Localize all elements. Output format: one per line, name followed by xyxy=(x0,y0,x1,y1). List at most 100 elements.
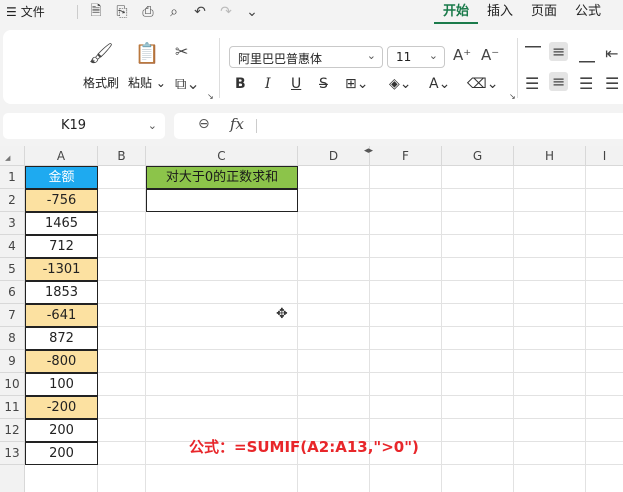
align-center-icon[interactable]: ≡ xyxy=(549,72,569,91)
align-left-icon[interactable]: ☰ xyxy=(525,74,539,93)
gridline xyxy=(25,395,623,396)
cell-a2[interactable]: -756 xyxy=(25,189,98,212)
row-header[interactable] xyxy=(0,465,25,492)
cell-a5[interactable]: -1301 xyxy=(25,258,98,281)
select-all-corner[interactable] xyxy=(0,146,25,166)
cell-a7[interactable]: -641 xyxy=(25,304,98,327)
row-header[interactable]: 5 xyxy=(0,258,25,281)
gridline xyxy=(25,418,623,419)
paste-button[interactable]: 📋 粘贴 ⌄ xyxy=(125,40,169,91)
row-header[interactable]: 6 xyxy=(0,281,25,304)
cell-c2-result[interactable] xyxy=(146,189,298,212)
decrease-font-icon[interactable]: A⁻ xyxy=(481,46,499,64)
row-header[interactable]: 9 xyxy=(0,350,25,373)
row-header[interactable]: 10 xyxy=(0,373,25,396)
column-header-i[interactable]: I xyxy=(586,146,623,166)
export-icon[interactable]: ⎘ xyxy=(111,2,133,22)
row-header[interactable]: 11 xyxy=(0,396,25,419)
hamburger-icon: ☰ xyxy=(6,4,17,19)
cell-a3[interactable]: 1465 xyxy=(25,212,98,235)
title-bar: ☰ 文件 🗎 ⎘ ⎙ ⌕ ↶ ↷ ⌄ 开始 插入 页面 公式 xyxy=(0,0,623,24)
cell-a11[interactable]: -200 xyxy=(25,396,98,419)
row-header[interactable]: 12 xyxy=(0,419,25,442)
formula-input[interactable]: ⊖ fx xyxy=(174,113,623,139)
bold-button[interactable]: B xyxy=(235,76,246,92)
row-header[interactable]: 8 xyxy=(0,327,25,350)
column-header-b[interactable]: B xyxy=(98,146,146,166)
copy-icon[interactable]: ⧉⌄ xyxy=(175,74,200,94)
gridline xyxy=(25,188,623,189)
font-name-select[interactable]: 阿里巴巴普惠体 ⌄ xyxy=(229,46,383,68)
zoom-icon[interactable]: ⊖ xyxy=(198,116,210,132)
row-header[interactable]: 2 xyxy=(0,189,25,212)
cell-a8[interactable]: 872 xyxy=(25,327,98,350)
save-icon[interactable]: 🗎 xyxy=(85,2,107,22)
font-name-value: 阿里巴巴普惠体 xyxy=(238,52,323,66)
cell-a4[interactable]: 712 xyxy=(25,235,98,258)
gridline xyxy=(25,234,623,235)
gridline xyxy=(513,166,514,492)
cut-icon[interactable]: ✂ xyxy=(175,42,188,61)
tab-page[interactable]: 页面 xyxy=(522,0,566,24)
spreadsheet-grid[interactable]: ◢ A B C D F G H I ◂▸ 1 2 3 4 5 6 7 8 9 1… xyxy=(0,146,623,492)
column-header-g[interactable]: G xyxy=(442,146,514,166)
fx-icon[interactable]: fx xyxy=(230,115,244,133)
column-header-f[interactable]: F xyxy=(370,146,442,166)
name-box-value: K19 xyxy=(61,118,87,133)
formula-annotation: 公式：=SUMIF(A2:A13,">0") xyxy=(189,438,419,456)
format-painter-button[interactable]: 🖌 格式刷 xyxy=(79,40,123,91)
clipboard-expand-icon[interactable]: ↘ xyxy=(207,92,214,101)
chevron-down-icon: ⌄ xyxy=(366,49,376,62)
align-right-icon[interactable]: ☰ xyxy=(579,74,593,93)
divider xyxy=(517,38,518,98)
column-header-d[interactable]: D xyxy=(298,146,370,166)
row-header[interactable]: 7 xyxy=(0,304,25,327)
align-middle-icon[interactable]: ≡ xyxy=(549,42,569,61)
tab-formula[interactable]: 公式 xyxy=(566,0,610,24)
align-bottom-icon[interactable]: ⎽ xyxy=(579,44,595,64)
font-expand-icon[interactable]: ↘ xyxy=(509,92,516,101)
row-header[interactable]: 3 xyxy=(0,212,25,235)
cell-a9[interactable]: -800 xyxy=(25,350,98,373)
cell-a1-header[interactable]: 金额 xyxy=(25,166,98,189)
font-color-icon[interactable]: A⌄ xyxy=(429,76,450,92)
print-icon[interactable]: ⎙ xyxy=(137,2,159,22)
increase-font-icon[interactable]: A⁺ xyxy=(453,46,471,64)
row-header[interactable]: 1 xyxy=(0,166,25,189)
undo-icon[interactable]: ↶ xyxy=(189,2,211,22)
cell-cursor-icon: ✥ xyxy=(276,306,288,322)
align-top-icon[interactable]: ⎺ xyxy=(525,44,541,64)
gridline xyxy=(585,166,586,492)
cell-c1-header[interactable]: 对大于0的正数求和 xyxy=(146,166,298,189)
cell-a12[interactable]: 200 xyxy=(25,419,98,442)
indent-icon[interactable]: ⇤ xyxy=(605,44,618,63)
cell-a6[interactable]: 1853 xyxy=(25,281,98,304)
chevron-down-icon: ⌄ xyxy=(147,119,157,132)
tab-insert[interactable]: 插入 xyxy=(478,0,522,24)
column-header-a[interactable]: A xyxy=(25,146,98,166)
gridline xyxy=(25,326,623,327)
cell-a10[interactable]: 100 xyxy=(25,373,98,396)
print-preview-icon[interactable]: ⌕ xyxy=(163,2,185,22)
clear-format-icon[interactable]: ⌫⌄ xyxy=(467,76,499,92)
underline-button[interactable]: U xyxy=(291,76,301,92)
justify-icon[interactable]: ☰ xyxy=(605,74,619,93)
tab-home[interactable]: 开始 xyxy=(434,0,479,24)
strikethrough-icon[interactable]: S̶ xyxy=(319,76,328,92)
border-icon[interactable]: ⊞⌄ xyxy=(345,76,368,92)
font-size-select[interactable]: 11 ⌄ xyxy=(387,46,445,68)
fill-color-icon[interactable]: ◈⌄ xyxy=(389,76,412,92)
column-header-h[interactable]: H xyxy=(514,146,586,166)
row-header[interactable]: 13 xyxy=(0,442,25,465)
column-header-c[interactable]: C xyxy=(146,146,298,166)
row-header[interactable]: 4 xyxy=(0,235,25,258)
gridline xyxy=(25,303,623,304)
cell-a13[interactable]: 200 xyxy=(25,442,98,465)
italic-button[interactable]: I xyxy=(265,76,271,92)
ribbon-tabs: 开始 插入 页面 公式 xyxy=(434,0,610,24)
chevron-down-icon[interactable]: ⌄ xyxy=(241,2,263,22)
redo-icon[interactable]: ↷ xyxy=(215,2,237,22)
name-box[interactable]: K19 ⌄ xyxy=(3,113,165,139)
file-menu[interactable]: ☰ 文件 xyxy=(6,3,45,20)
hidden-column-marker-icon[interactable]: ◂▸ xyxy=(364,146,373,156)
